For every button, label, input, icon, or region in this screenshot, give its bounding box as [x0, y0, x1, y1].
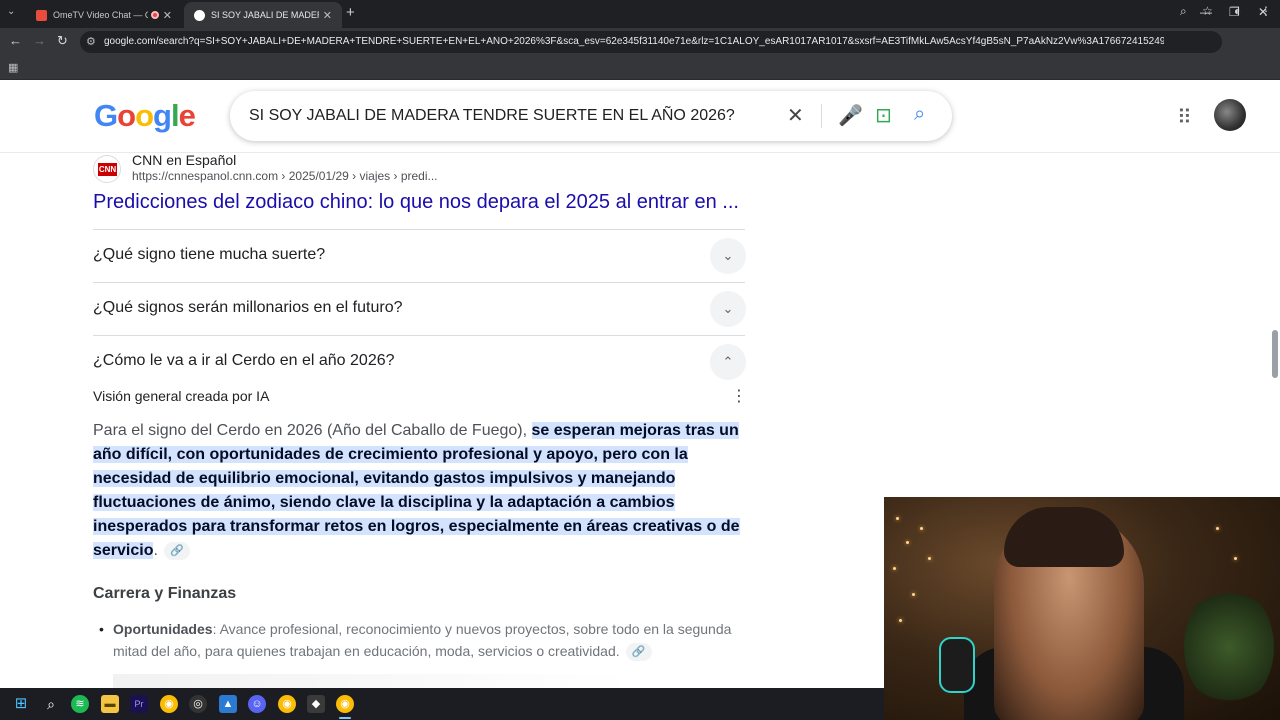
ai-highlight: se esperan mejoras tras un año difícil, … [93, 422, 740, 559]
fairy-light [1216, 527, 1219, 530]
logo-letter: G [94, 98, 118, 133]
ai-overview-label: Visión general creada por IA [93, 388, 270, 404]
tab-ometv[interactable]: OmeTV Video Chat — Ome ✕ [26, 2, 182, 28]
tab-title: OmeTV Video Chat — Ome [53, 10, 148, 20]
back-icon[interactable]: ← [9, 33, 22, 48]
result-title-link[interactable]: Predicciones del zodiaco chino: lo que n… [93, 191, 739, 214]
source-url: https://cnnespanol.cnn.com › 2025/01/29 … [132, 169, 438, 183]
logo-letter: e [178, 98, 196, 133]
ai-end: . [153, 542, 158, 559]
fairy-light [906, 541, 909, 544]
apps-icon[interactable]: ▦ [8, 61, 18, 74]
zoom-icon[interactable]: ⌕ [1180, 4, 1187, 19]
close-tab-icon[interactable]: ✕ [163, 9, 172, 22]
logo-letter: g [153, 98, 172, 133]
ai-overview-text: Para el signo del Cerdo en 2026 (Año del… [93, 419, 745, 563]
faded-text-line [113, 674, 633, 688]
bookmark-star-icon[interactable]: ☆ [1202, 4, 1213, 18]
fairy-light [899, 619, 902, 622]
file-explorer-icon[interactable]: ▬ [101, 695, 119, 713]
paa-item[interactable]: ¿Qué signo tiene mucha suerte? ⌄ [93, 229, 746, 282]
fairy-light [928, 557, 931, 560]
chevron-up-icon[interactable]: ⌃ [710, 344, 746, 380]
fairy-light [912, 593, 915, 596]
plant [1184, 587, 1274, 707]
clear-search-icon[interactable]: ✕ [787, 103, 804, 128]
ometv-favicon-icon [36, 9, 47, 21]
paa-question: ¿Qué signos serán millonarios en el futu… [93, 299, 403, 316]
voice-search-icon[interactable]: 🎤 [838, 103, 863, 128]
list-item: • Oportunidades: Avance profesional, rec… [99, 618, 745, 662]
paa-question: ¿Qué signo tiene mucha suerte? [93, 246, 326, 263]
paa-item[interactable]: ¿Qué signos serán millonarios en el futu… [93, 282, 746, 335]
link-icon[interactable]: 🔗 [625, 643, 652, 662]
search-divider [821, 104, 822, 128]
chevron-down-icon[interactable]: ⌄ [710, 238, 746, 274]
tab-search-icon[interactable]: ⌄ [7, 6, 15, 17]
fairy-light [920, 527, 923, 530]
fairy-light [1234, 557, 1237, 560]
spotify-icon[interactable]: ≋ [71, 695, 89, 713]
reload-icon[interactable]: ↻ [57, 33, 68, 49]
logo-letter: l [170, 98, 180, 133]
link-icon[interactable]: 🔗 [163, 541, 190, 560]
person-hair [1004, 507, 1124, 567]
avatar[interactable] [1214, 99, 1246, 131]
logo-text: CNN [98, 163, 117, 176]
chrome-icon[interactable]: ◉ [160, 695, 178, 713]
discord-icon[interactable]: ☺ [248, 695, 266, 713]
google-header: Google SI SOY JABALI DE MADERA TENDRE SU… [0, 81, 1280, 153]
url-text: google.com/search?q=SI+SOY+JABALI+DE+MAD… [104, 36, 1164, 47]
fairy-light [893, 567, 896, 570]
search-box[interactable]: SI SOY JABALI DE MADERA TENDRE SUERTE EN… [230, 91, 952, 141]
google-apps-icon[interactable]: ⠿ [1177, 105, 1192, 130]
premiere-icon[interactable]: Pr [130, 695, 148, 713]
tab-strip: ⌄ OmeTV Video Chat — Ome ✕ SI SOY JABALI… [0, 0, 1280, 28]
steam-icon[interactable]: ◆ [307, 695, 325, 713]
address-bar[interactable]: ⚙ google.com/search?q=SI+SOY+JABALI+DE+M… [80, 31, 1222, 53]
search-icon[interactable]: ⌕ [914, 103, 925, 126]
extensions-icon[interactable]: ◐ [1234, 4, 1241, 18]
source-name: CNN en Español [132, 152, 237, 168]
section-heading: Carrera y Finanzas [93, 585, 237, 602]
fairy-light [896, 517, 899, 520]
photos-icon[interactable]: ▲ [219, 695, 237, 713]
bookmarks-bar: ▦ [0, 56, 1280, 80]
ai-intro: Para el signo del Cerdo en 2026 (Año del… [93, 422, 532, 439]
windows-start-icon[interactable]: ⊞ [12, 695, 30, 713]
logo-letter: o [135, 98, 154, 133]
chevron-down-icon[interactable]: ⌄ [710, 291, 746, 327]
close-tab-icon[interactable]: ✕ [323, 9, 332, 22]
active-app-indicator [339, 717, 351, 719]
search-icon[interactable]: ⌕ [42, 695, 60, 713]
bullet-label: Oportunidades [113, 621, 213, 637]
more-options-icon[interactable]: ⋮ [731, 386, 747, 406]
site-info-icon[interactable]: ⚙ [86, 35, 96, 48]
google-favicon-icon [194, 9, 205, 21]
taskbar: ⊞ ⌕ ≋ ▬ Pr ◉ ◎ ▲ ☺ ◉ ◆ ◉ [0, 688, 884, 720]
recording-icon [150, 11, 159, 19]
chrome-active-icon[interactable]: ◉ [336, 695, 354, 713]
paa-question: ¿Cómo le va a ir al Cerdo en el año 2026… [93, 352, 395, 369]
scrollbar-thumb[interactable] [1272, 330, 1278, 378]
logo-letter: o [117, 98, 136, 133]
chrome-profile-icon[interactable]: ◉ [278, 695, 296, 713]
paa-item-expanded[interactable]: ¿Cómo le va a ir al Cerdo en el año 2026… [93, 335, 746, 388]
obs-icon[interactable]: ◎ [189, 695, 207, 713]
cnn-logo-icon: CNN [93, 155, 121, 183]
forward-icon[interactable]: → [33, 33, 46, 48]
google-logo[interactable]: Google [94, 98, 196, 134]
tab-title: SI SOY JABALI DE MADERA TEN [211, 10, 319, 20]
new-tab-icon[interactable]: + [346, 4, 355, 21]
search-query[interactable]: SI SOY JABALI DE MADERA TENDRE SUERTE EN… [249, 107, 735, 125]
lens-search-icon[interactable]: ⊡ [875, 103, 892, 128]
browser-menu-icon[interactable]: ⋮ [1260, 4, 1272, 18]
webcam-overlay [884, 497, 1280, 720]
microphone [939, 637, 975, 693]
bullet-dot: • [99, 621, 104, 637]
tab-google-search[interactable]: SI SOY JABALI DE MADERA TEN ✕ [184, 2, 342, 28]
